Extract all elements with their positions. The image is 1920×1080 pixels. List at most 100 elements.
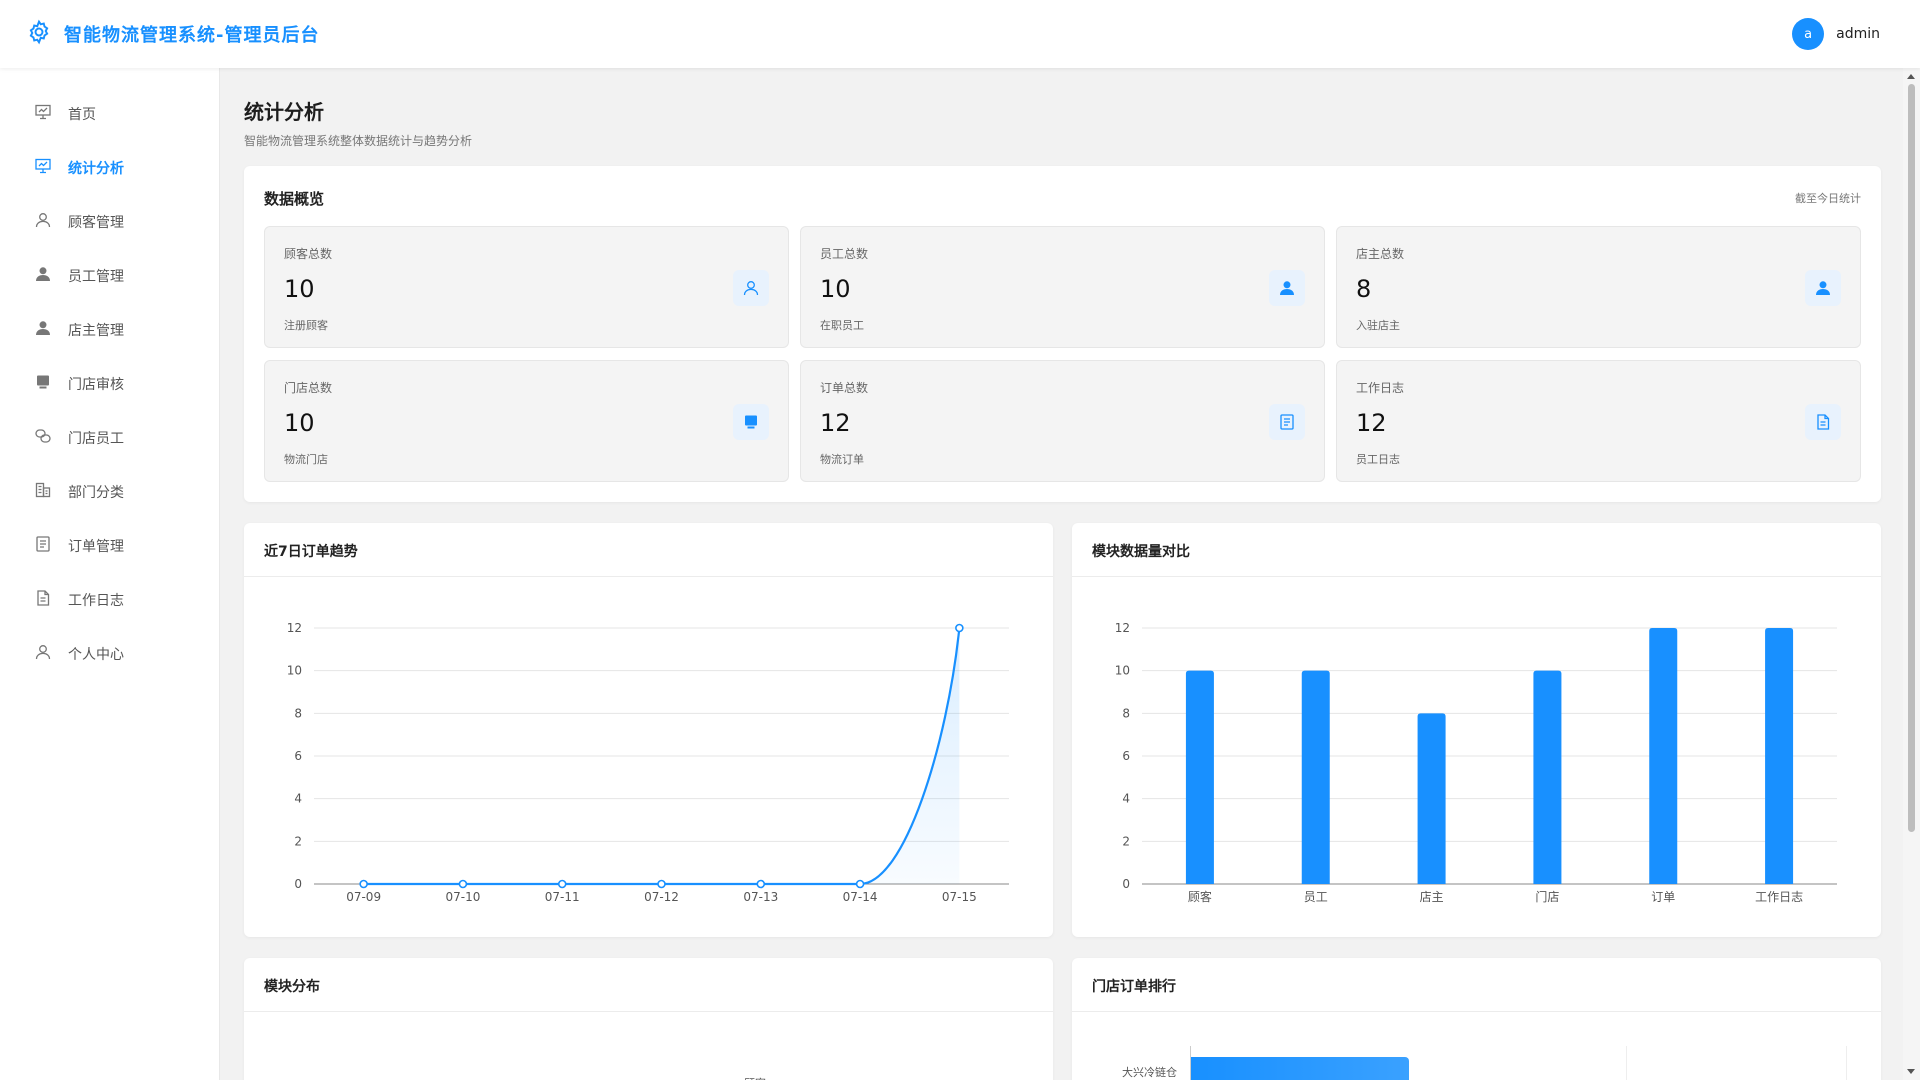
scroll-up-icon[interactable]: [1907, 74, 1915, 79]
x-tick-label: 07-12: [644, 890, 679, 904]
sidebar-item-label: 顾客管理: [68, 215, 124, 231]
stat-card-worklogs[interactable]: 工作日志 12 员工日志: [1336, 360, 1861, 482]
module-distribution-panel: 模块分布 顾客: [244, 958, 1053, 1080]
sidebar-item-shop-staff[interactable]: 门店员工: [0, 411, 219, 465]
x-tick-label: 店主: [1420, 890, 1444, 904]
stat-card-employees[interactable]: 员工总数 10 在职员工: [800, 226, 1325, 348]
stat-card-shopowners[interactable]: 店主总数 8 入驻店主: [1336, 226, 1861, 348]
stat-value: 10: [820, 275, 851, 303]
sidebar-item-home[interactable]: 首页: [0, 87, 219, 141]
x-tick-label: 07-14: [843, 890, 878, 904]
y-tick-label: 6: [294, 749, 302, 763]
x-tick-label: 07-09: [346, 890, 381, 904]
y-tick-label: 8: [1122, 706, 1130, 720]
stat-desc: 员工日志: [1356, 453, 1400, 466]
y-tick-label: 2: [1122, 834, 1130, 848]
ranking-bar[interactable]: [1191, 1057, 1409, 1080]
bar: [1185, 670, 1214, 884]
sidebar: 首页 统计分析 顾客管理 员工管理 店主管理 门店审核 门店员工 部门分类 订单…: [0, 68, 220, 1080]
stat-label: 工作日志: [1356, 381, 1405, 395]
trend-point: [955, 623, 964, 633]
sidebar-item-label: 门店员工: [68, 431, 124, 447]
stat-value: 10: [284, 409, 315, 437]
scrollbar-thumb[interactable]: [1908, 84, 1915, 832]
document-icon: [34, 589, 52, 611]
top-header: 智能物流管理系统-管理员后台 a admin: [0, 0, 1920, 68]
y-tick-label: 4: [294, 792, 302, 806]
user-filled-icon: [34, 319, 52, 341]
trend-point: [458, 879, 468, 889]
stat-label: 顾客总数: [284, 247, 333, 261]
y-tick-label: 0: [294, 877, 302, 891]
avatar[interactable]: a: [1792, 18, 1825, 50]
sidebar-item-worklogs[interactable]: 工作日志: [0, 573, 219, 627]
y-tick-label: 12: [1115, 621, 1130, 635]
list-icon: [1269, 404, 1305, 440]
stat-desc: 入驻店主: [1356, 319, 1400, 332]
x-tick-label: 门店: [1535, 889, 1559, 904]
bar: [1649, 628, 1678, 884]
chart-board-icon: [34, 157, 52, 179]
module-compare-panel: 模块数据量对比 0 2 4 6 8 10 12 顾客 员工 店主 门店 订单 工作日志: [1072, 523, 1881, 937]
sidebar-item-label: 员工管理: [68, 269, 124, 285]
user-outline-icon: [34, 643, 52, 665]
sidebar-item-label: 首页: [68, 107, 96, 123]
x-tick-label: 07-10: [445, 890, 480, 904]
y-tick-label: 10: [1115, 664, 1130, 678]
dashboard-icon: [34, 103, 52, 125]
user-menu[interactable]: a admin: [1792, 18, 1880, 50]
shop-icon: [34, 373, 52, 395]
sidebar-item-shop-review[interactable]: 门店审核: [0, 357, 219, 411]
y-tick-label: 10: [287, 664, 302, 678]
app-title: 智能物流管理系统-管理员后台: [64, 25, 320, 46]
sidebar-item-label: 门店审核: [68, 377, 124, 393]
order-trend-chart[interactable]: 0 2 4 6 8 10 12 07-09 07-10 07-11 07-12 07-13 07-14 0…: [244, 523, 1053, 937]
sidebar-item-customers[interactable]: 顾客管理: [0, 195, 219, 249]
stat-card-shops[interactable]: 门店总数 10 物流门店: [264, 360, 789, 482]
x-tick-label: 07-13: [743, 890, 778, 904]
username[interactable]: admin: [1836, 26, 1880, 42]
panel-divider: [244, 1011, 1053, 1012]
sidebar-item-label: 统计分析: [68, 161, 124, 177]
stat-desc: 物流订单: [820, 453, 864, 466]
stat-card-orders[interactable]: 订单总数 12 物流订单: [800, 360, 1325, 482]
stat-card-customers[interactable]: 顾客总数 10 注册顾客: [264, 226, 789, 348]
stat-value: 8: [1356, 275, 1372, 303]
scroll-down-icon[interactable]: [1907, 1069, 1915, 1074]
x-tick-label: 07-11: [545, 890, 580, 904]
sidebar-item-label: 个人中心: [68, 647, 124, 663]
page-title: 统计分析: [244, 100, 324, 124]
y-tick-label: 8: [294, 706, 302, 720]
sidebar-item-statistics[interactable]: 统计分析: [0, 141, 219, 195]
user-outline-icon: [733, 270, 769, 306]
user-filled-icon: [34, 265, 52, 287]
trend-point: [855, 879, 865, 889]
shop-ranking-panel: 门店订单排行 大兴冷链仓: [1072, 958, 1881, 1080]
stat-label: 员工总数: [820, 247, 869, 261]
trend-point: [557, 879, 567, 889]
x-tick-label: 员工: [1304, 890, 1328, 904]
building-icon: [34, 481, 52, 503]
bar: [1417, 713, 1446, 884]
module-compare-chart[interactable]: 0 2 4 6 8 10 12 顾客 员工 店主 门店 订单 工作日志: [1072, 523, 1881, 937]
x-tick-label: 订单: [1651, 890, 1675, 904]
bar: [1301, 670, 1330, 884]
y-tick-label: 6: [1122, 749, 1130, 763]
sidebar-item-label: 订单管理: [68, 539, 124, 555]
sidebar-item-shopowners[interactable]: 店主管理: [0, 303, 219, 357]
brand[interactable]: 智能物流管理系统-管理员后台: [26, 19, 319, 49]
shop-icon: [733, 404, 769, 440]
y-tick-label: 12: [287, 621, 302, 635]
scrollbar[interactable]: [1903, 68, 1920, 1080]
sidebar-item-orders[interactable]: 订单管理: [0, 519, 219, 573]
sidebar-item-employees[interactable]: 员工管理: [0, 249, 219, 303]
sidebar-item-departments[interactable]: 部门分类: [0, 465, 219, 519]
overview-note: 截至今日统计: [1795, 192, 1861, 205]
stat-desc: 注册顾客: [284, 319, 328, 332]
stat-label: 门店总数: [284, 381, 333, 395]
y-tick-label: 4: [1122, 792, 1130, 806]
trend-point: [756, 879, 766, 889]
gear-icon: [26, 19, 52, 49]
sidebar-item-profile[interactable]: 个人中心: [0, 627, 219, 681]
x-tick-label: 工作日志: [1755, 890, 1803, 904]
